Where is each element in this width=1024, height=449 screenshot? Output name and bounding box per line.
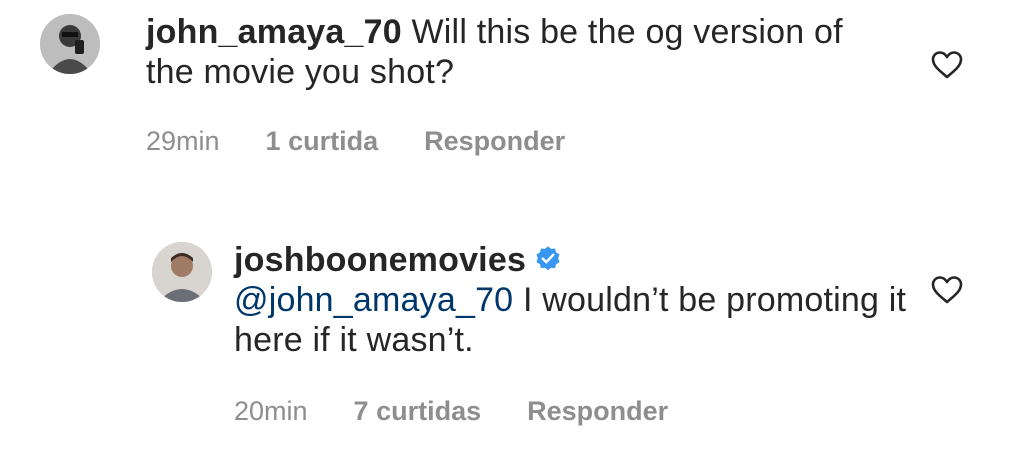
mention-link[interactable]: @john_amaya_70 (234, 281, 513, 319)
comment-timestamp: 20min (234, 396, 308, 426)
comment-john-amaya: john_amaya_70 Will this be the og versio… (0, 0, 1024, 200)
heart-outline-icon (931, 276, 963, 304)
comment-text: joshboonemovies @john_amaya_70 I wouldn’… (234, 240, 914, 360)
like-button[interactable] (930, 50, 964, 80)
comment-username[interactable]: john_amaya_70 (146, 13, 402, 51)
verified-badge-icon (536, 246, 560, 271)
comment-username[interactable]: joshboonemovies (234, 241, 526, 279)
likes-count-button[interactable]: 1 curtida (266, 126, 379, 157)
likes-count-button[interactable]: 7 curtidas (354, 396, 482, 427)
reply-button[interactable]: Responder (527, 396, 668, 427)
heart-outline-icon (931, 51, 963, 79)
reply-button[interactable]: Responder (424, 126, 565, 157)
comment-meta: 29min 1 curtida Responder (146, 126, 565, 157)
comment-meta: 20min 7 curtidas Responder (234, 396, 668, 427)
comment-timestamp: 29min (146, 126, 220, 156)
avatar-photo-icon (152, 242, 212, 302)
like-button[interactable] (930, 275, 964, 305)
comment-reply-joshboonemovies: joshboonemovies @john_amaya_70 I wouldn’… (0, 220, 1024, 449)
avatar-photo-icon (40, 14, 100, 74)
comment-text: john_amaya_70 Will this be the og versio… (146, 12, 866, 92)
avatar[interactable] (40, 14, 100, 74)
avatar[interactable] (152, 242, 212, 302)
